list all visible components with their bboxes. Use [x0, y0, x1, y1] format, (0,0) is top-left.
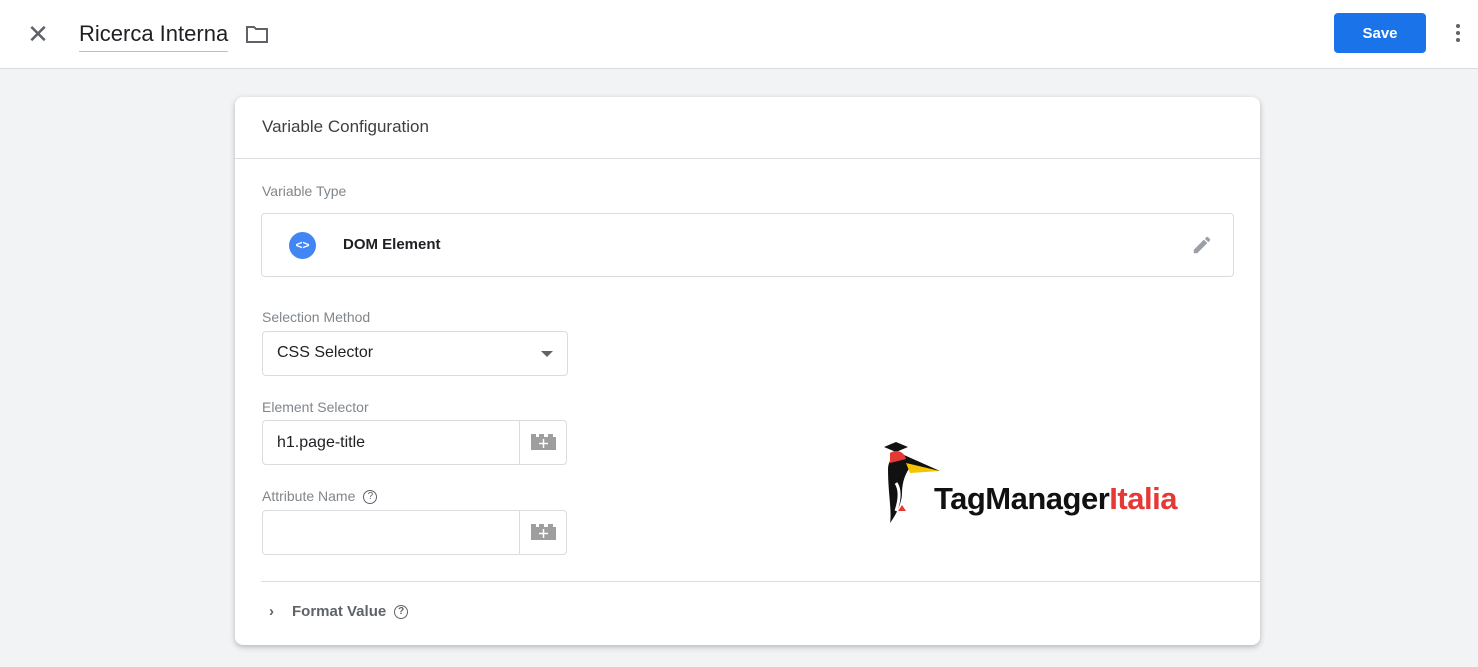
element-selector-label: Element Selector [262, 399, 369, 415]
help-icon[interactable]: ? [394, 605, 409, 620]
help-icon[interactable]: ? [363, 490, 378, 505]
variable-type-box[interactable]: <> DOM Element [261, 213, 1234, 277]
close-icon[interactable]: ✕ [26, 21, 50, 47]
chevron-right-icon: › [269, 603, 274, 620]
selection-method-value: CSS Selector [277, 344, 374, 361]
element-selector-value: h1.page-title [277, 434, 366, 451]
attribute-name-input[interactable] [262, 510, 567, 555]
folder-icon[interactable] [246, 25, 268, 48]
variable-configuration-card: Variable Configuration Variable Type <> … [235, 97, 1260, 645]
attribute-name-label: Attribute Name? [262, 488, 378, 505]
selection-method-select[interactable]: CSS Selector [262, 331, 568, 376]
divider [261, 581, 1260, 582]
variable-name-input[interactable]: Ricerca Interna [79, 21, 229, 52]
variable-brick-icon [531, 434, 556, 450]
logo-text: TagManagerItalia [934, 481, 1177, 516]
variable-type-name: DOM Element [343, 236, 441, 253]
insert-variable-button[interactable] [519, 511, 566, 554]
insert-variable-button[interactable] [519, 421, 566, 464]
card-title: Variable Configuration [235, 97, 1260, 159]
top-bar: ✕ Ricerca Interna Save [0, 0, 1478, 69]
tagmanageritalia-logo: TagManagerItalia [876, 439, 1206, 529]
more-options-icon[interactable] [1448, 22, 1468, 46]
selection-method-label: Selection Method [262, 309, 371, 325]
element-selector-input[interactable]: h1.page-title [262, 420, 567, 465]
variable-brick-icon [531, 524, 556, 540]
dropdown-caret-icon [541, 351, 553, 357]
edit-pencil-icon[interactable] [1191, 234, 1213, 261]
code-icon: <> [289, 232, 316, 259]
save-button[interactable]: Save [1334, 13, 1426, 53]
variable-type-label: Variable Type [262, 183, 347, 199]
format-value-toggle[interactable]: › Format Value? [269, 603, 409, 620]
